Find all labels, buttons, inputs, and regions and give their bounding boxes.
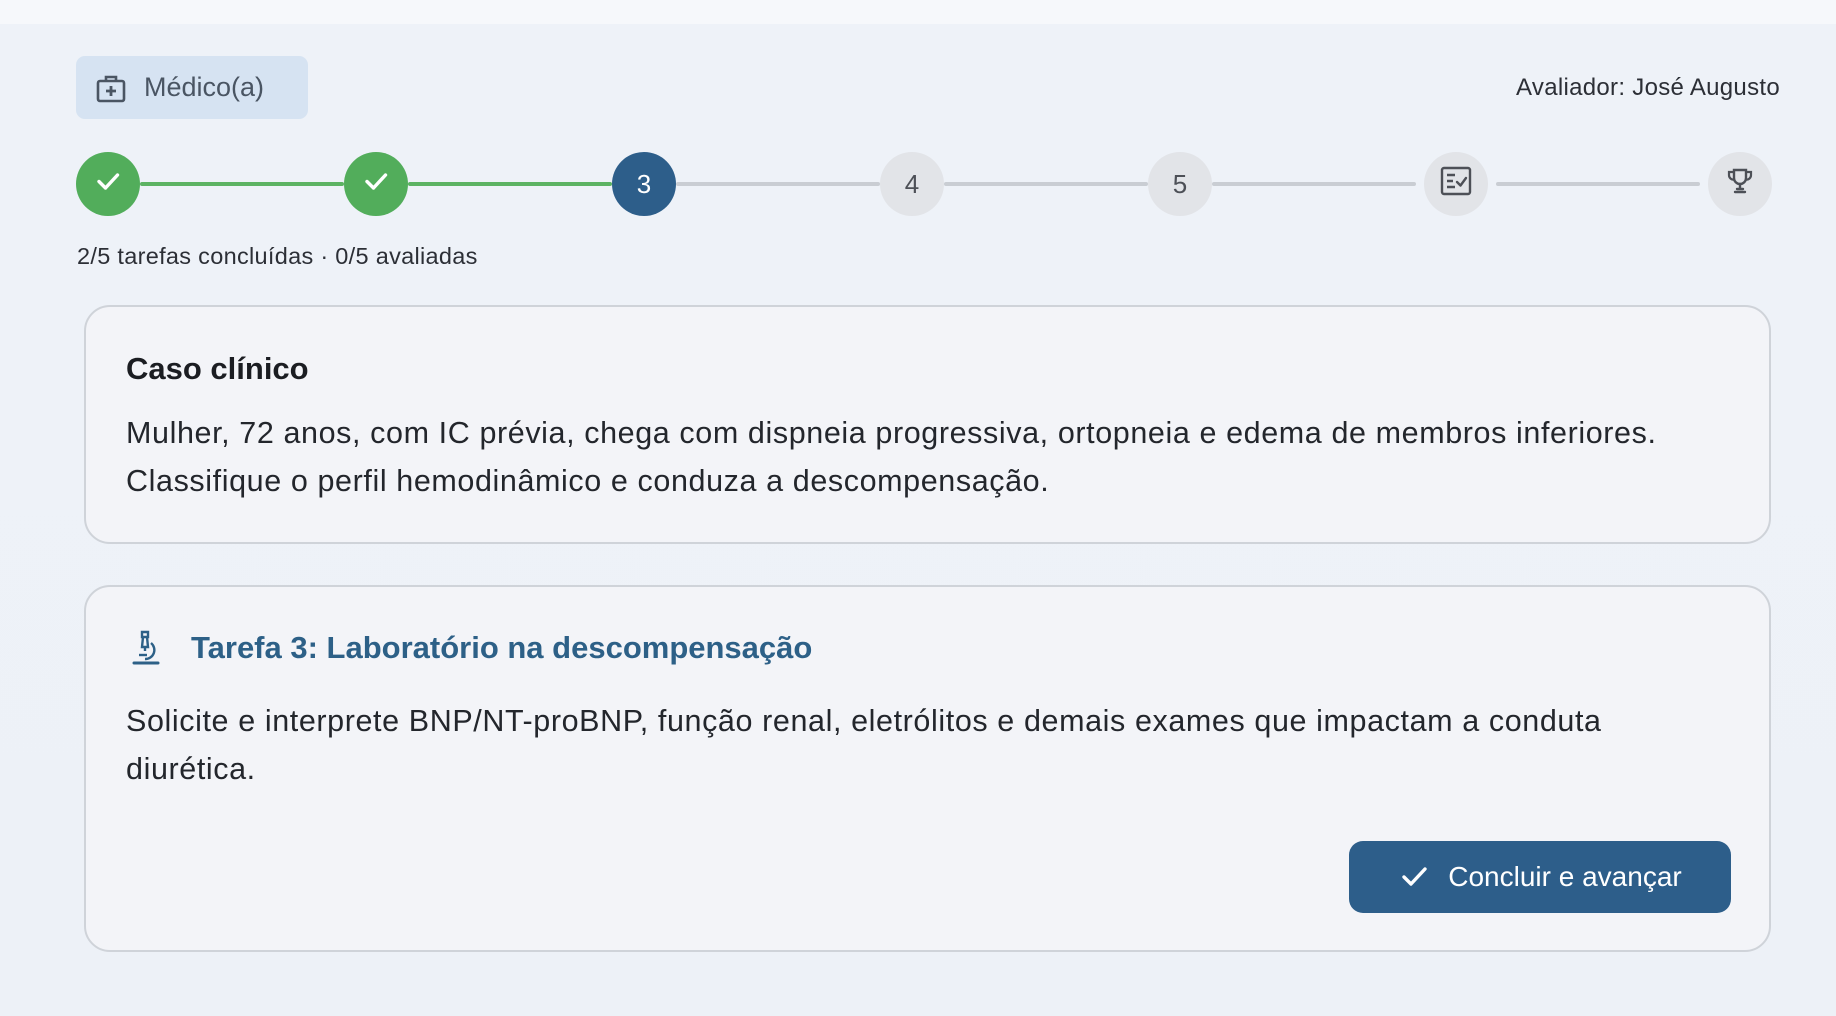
role-label: Médico(a) [144,72,265,102]
check-icon [1398,860,1430,895]
step-connector [408,182,612,186]
step-2[interactable] [344,152,408,216]
top-bar [0,0,1836,24]
task-header: Tarefa 3: Laboratório na descompensação [130,629,812,667]
step-connector [1496,182,1700,186]
complete-and-advance-button[interactable]: Concluir e avançar [1349,841,1731,913]
task-card: Tarefa 3: Laboratório na descompensação … [84,585,1771,952]
role-chip[interactable]: Médico(a) [76,56,308,119]
step-connector [676,182,880,186]
case-title: Caso clínico [126,351,309,386]
step-connector [944,182,1148,186]
progress-summary: 2/5 tarefas concluídas · 0/5 avaliadas [77,243,478,269]
step-1[interactable] [76,152,140,216]
microscope-icon [130,629,162,667]
evaluator-name: Avaliador: José Augusto [1516,74,1780,101]
case-description: Mulher, 72 anos, com IC prévia, chega co… [126,416,1657,498]
step-connector [140,182,344,186]
step-connector [1212,182,1416,186]
step-3[interactable]: 3 [612,152,676,216]
check-icon [93,166,123,203]
trophy-icon [1725,166,1755,203]
task-description: Solicite e interprete BNP/NT-proBNP, fun… [126,704,1602,786]
checklist-icon [1440,166,1472,203]
progress-stepper: 3 4 5 [0,150,1836,218]
button-label: Concluir e avançar [1448,861,1682,892]
medical-bag-icon [94,71,128,105]
task-title: Tarefa 3: Laboratório na descompensação [191,630,813,665]
step-5[interactable]: 5 [1148,152,1212,216]
step-evaluation[interactable] [1424,152,1488,216]
clinical-case-card: Caso clínico Mulher, 72 anos, com IC pré… [84,305,1771,544]
step-results[interactable] [1708,152,1772,216]
check-icon [361,166,391,203]
step-4[interactable]: 4 [880,152,944,216]
